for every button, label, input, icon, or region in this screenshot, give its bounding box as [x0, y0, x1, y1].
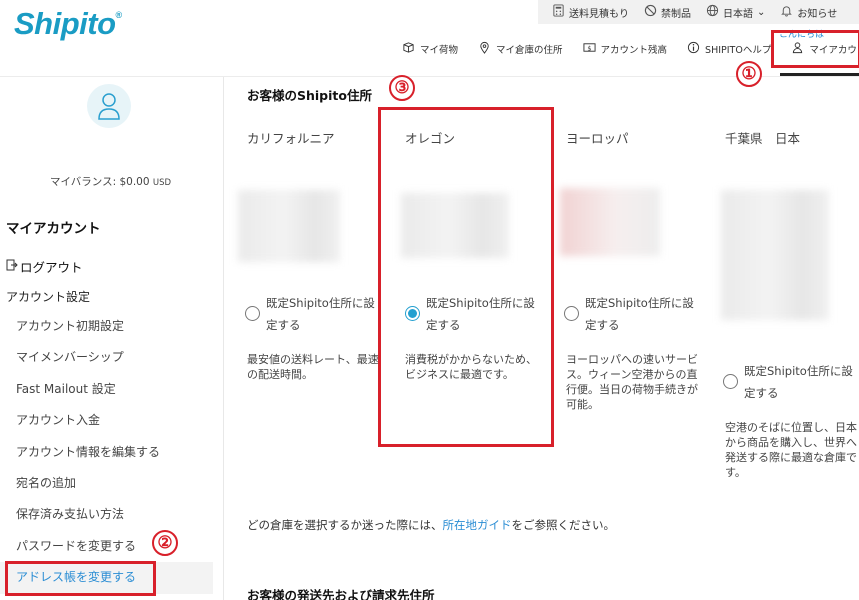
shipito-address-title: お客様のShipito住所	[247, 88, 372, 103]
logout-link[interactable]: ログアウト	[6, 257, 83, 276]
annotation-box-address-book	[5, 561, 156, 596]
warehouse-california-name: カリフォルニア	[247, 131, 335, 146]
annotation-box-my-account	[771, 30, 859, 68]
sidebar-item-membership[interactable]: マイメンバーシップ	[0, 342, 224, 373]
radio-label-europe: 既定Shipito住所に設定する	[585, 296, 694, 332]
desc-japan: 空港のそばに位置し、日本から商品を購入し、世界へ発送する際に最適な倉庫です。	[725, 421, 857, 479]
warehouse-europe-name: ヨーロッパ	[566, 131, 629, 146]
package-icon	[402, 41, 415, 57]
address-blurred-japan	[721, 190, 829, 320]
location-guide-text: どの倉庫を選択するか迷った際には、所在地ガイドをご参照ください。	[247, 518, 615, 532]
default-radio-california[interactable]: 既定Shipito住所に設定する	[245, 292, 385, 336]
nav-account-balance-label: アカウント残高	[600, 45, 668, 56]
default-radio-japan[interactable]: 既定Shipito住所に設定する	[723, 360, 857, 404]
bell-icon	[780, 4, 793, 20]
shipping-estimate-label: 送料見積もり	[569, 8, 629, 20]
annotation-marker-2: ②	[152, 530, 178, 556]
prohibited-icon	[644, 4, 657, 20]
language-selector[interactable]: 日本語 ⌄	[706, 4, 765, 20]
address-blurred-europe	[560, 188, 660, 256]
radio-label-california: 既定Shipito住所に設定する	[266, 296, 375, 332]
nav-my-packages[interactable]: マイ荷物	[402, 41, 458, 57]
logout-icon	[6, 259, 18, 274]
user-avatar-icon	[98, 93, 120, 120]
shipping-estimate-link[interactable]: 送料見積もり	[552, 4, 629, 20]
settings-heading: アカウント設定	[6, 290, 91, 304]
notifications-link[interactable]: お知らせ	[780, 4, 837, 20]
sidebar-item-initial-settings[interactable]: アカウント初期設定	[0, 311, 224, 342]
desc-california: 最安値の送料レート、最速の配送時間。	[247, 353, 379, 381]
annotation-box-oregon	[378, 107, 554, 447]
radio-california[interactable]	[245, 306, 260, 321]
shipping-billing-title: お客様の発送先および請求先住所	[247, 588, 435, 600]
sidebar-item-fast-mailout[interactable]: Fast Mailout 設定	[0, 374, 224, 405]
desc-europe: ヨーロッパへの速いサービス。ウィーン空港からの直行便。当日の荷物手続きが可能。	[566, 353, 698, 411]
sidebar-title: マイアカウント	[6, 221, 101, 237]
globe-icon	[706, 4, 719, 20]
radio-japan[interactable]	[723, 374, 738, 389]
sidebar-item-deposit[interactable]: アカウント入金	[0, 405, 224, 436]
settings-menu: アカウント初期設定 マイメンバーシップ Fast Mailout 設定 アカウン…	[0, 311, 224, 594]
logout-label: ログアウト	[20, 260, 83, 275]
default-radio-europe[interactable]: 既定Shipito住所に設定する	[564, 292, 704, 336]
radio-europe[interactable]	[564, 306, 579, 321]
chevron-down-icon: ⌄	[757, 6, 766, 18]
nav-account-balance[interactable]: $ アカウント残高	[582, 41, 668, 57]
language-label: 日本語	[723, 8, 753, 20]
dollar-icon: $	[582, 41, 596, 57]
address-blurred-california	[238, 190, 340, 262]
nav-help[interactable]: SHIPITOヘルプ	[687, 41, 771, 57]
location-pin-icon	[478, 41, 491, 57]
location-guide-link[interactable]: 所在地ガイド	[443, 518, 512, 532]
prohibited-label: 禁制品	[661, 8, 691, 20]
nav-my-packages-label: マイ荷物	[420, 45, 459, 56]
notifications-label: お知らせ	[797, 8, 838, 20]
sidebar-item-edit-account[interactable]: アカウント情報を編集する	[0, 437, 224, 468]
avatar	[87, 84, 131, 128]
sidebar-item-payment-methods[interactable]: 保存済み支払い方法	[0, 499, 224, 530]
nav-warehouse-address-label: マイ倉庫の住所	[496, 45, 563, 56]
shipito-logo[interactable]: Shipito®	[14, 6, 122, 42]
calculator-icon	[552, 4, 565, 20]
account-sidebar: マイバランス: $0.00 USD マイアカウント ログアウト アカウント設定 …	[0, 77, 224, 600]
nav-help-label: SHIPITOヘルプ	[705, 45, 772, 56]
sidebar-item-change-password[interactable]: パスワードを変更する	[0, 531, 224, 562]
utility-bar: 送料見積もり 禁制品 日本語 ⌄ お知らせ	[538, 0, 859, 24]
radio-label-japan: 既定Shipito住所に設定する	[744, 364, 853, 400]
sidebar-item-add-name[interactable]: 宛名の追加	[0, 468, 224, 499]
balance-text: マイバランス: $0.00 USD	[50, 176, 172, 188]
svg-text:$: $	[587, 44, 591, 52]
prohibited-items-link[interactable]: 禁制品	[644, 4, 691, 20]
annotation-marker-1: ①	[736, 61, 762, 87]
info-icon	[687, 41, 700, 57]
annotation-marker-3: ③	[389, 75, 415, 101]
warehouse-japan-name: 千葉県 日本	[725, 131, 801, 146]
nav-warehouse-address[interactable]: マイ倉庫の住所	[478, 41, 563, 57]
